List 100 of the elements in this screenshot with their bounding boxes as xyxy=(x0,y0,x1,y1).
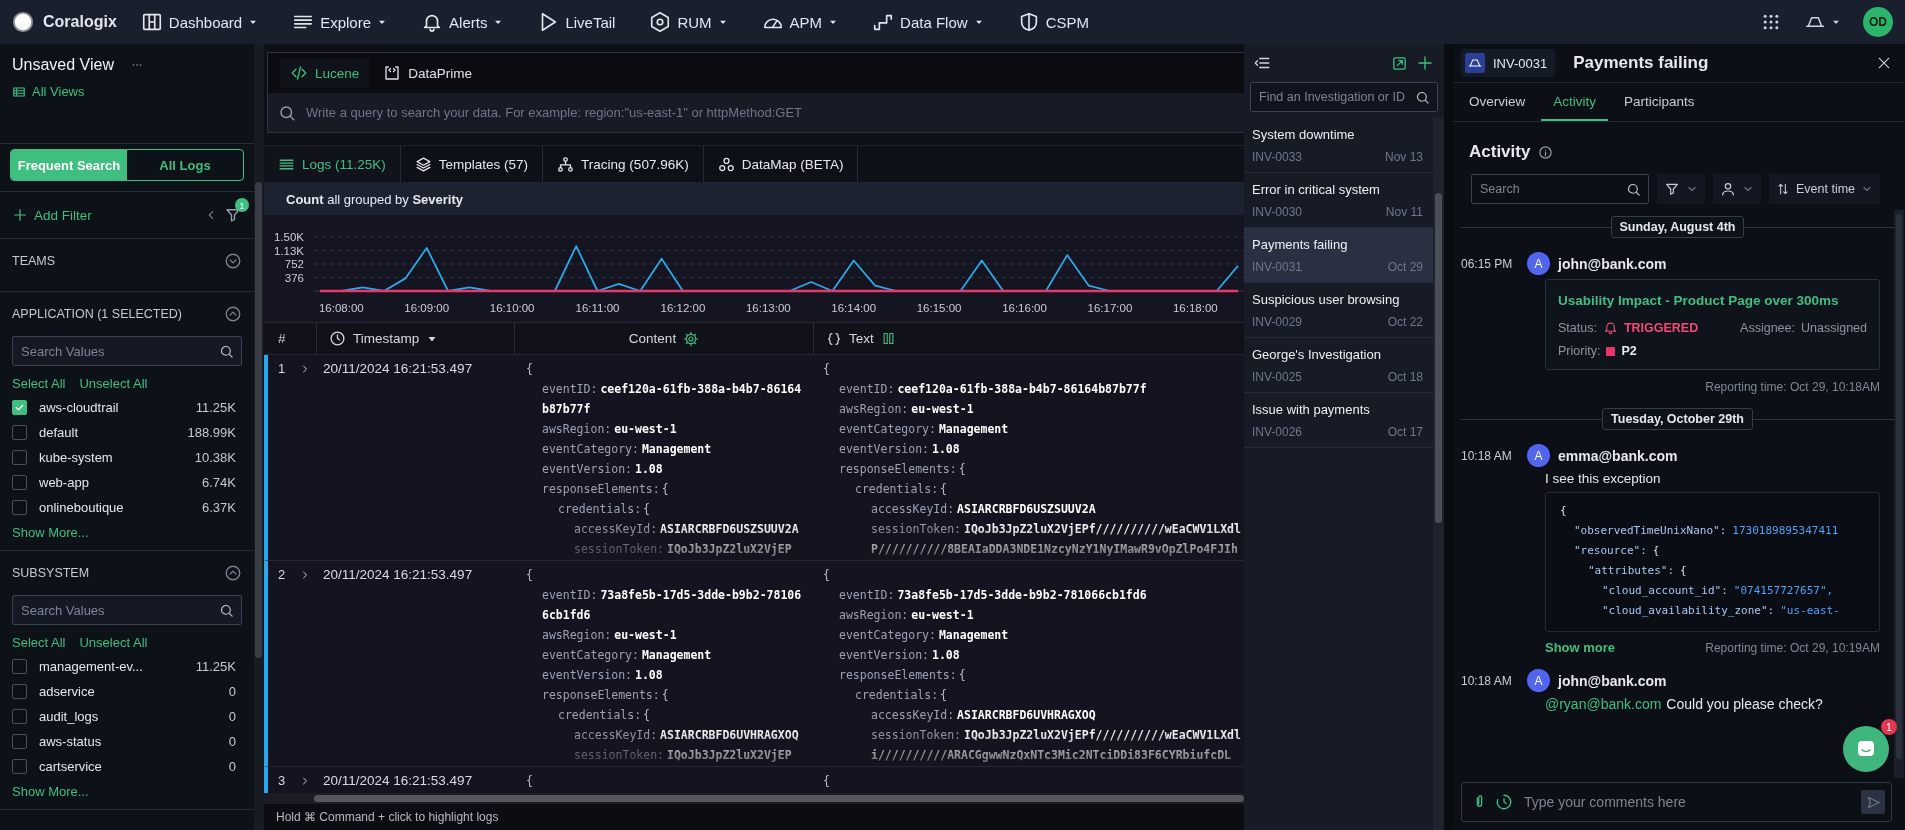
brand-name: Coralogix xyxy=(43,13,117,31)
value-count: 11.25K xyxy=(195,659,236,674)
code-line: { xyxy=(526,361,534,378)
column-header[interactable]: Text xyxy=(849,331,874,346)
value-label: audit_logs xyxy=(39,709,100,724)
language-tab[interactable]: Lucene xyxy=(280,58,370,88)
export-icon[interactable] xyxy=(1391,54,1408,72)
nav-menu-button[interactable]: CSPM xyxy=(1013,7,1093,37)
circles-icon xyxy=(717,155,735,173)
value-count: 0 xyxy=(228,684,236,699)
scrollbar-thumb[interactable] xyxy=(1896,214,1902,760)
nav-menu-button[interactable]: Explore xyxy=(288,7,392,37)
nav-menu-button[interactable]: Alerts xyxy=(417,7,508,37)
language-tab[interactable]: DataPrime xyxy=(373,58,483,88)
close-icon[interactable] xyxy=(1876,55,1892,71)
code-line: awsRegion: eu-west-1 xyxy=(541,627,678,644)
nav-menu-button[interactable]: LiveTail xyxy=(533,7,620,37)
checkbox[interactable] xyxy=(12,450,27,465)
unselect-all-link[interactable]: Unselect All xyxy=(79,376,148,391)
show-more-link[interactable]: Show More... xyxy=(12,525,89,540)
clock-icon xyxy=(329,330,346,347)
checkbox[interactable] xyxy=(12,500,27,515)
user-avatar[interactable]: OD xyxy=(1863,7,1893,37)
filter-dropdown[interactable] xyxy=(1657,174,1705,204)
search-field[interactable]: Find an Investigation or ID xyxy=(1250,82,1438,112)
column-header[interactable]: Timestamp xyxy=(353,331,420,346)
code-line: credentials: { xyxy=(557,501,652,518)
all-views-link[interactable]: All Views xyxy=(12,84,85,99)
info-icon[interactable] xyxy=(1538,144,1554,160)
panel-tab[interactable]: Activity xyxy=(1541,83,1609,121)
code-line: eventCategory: Management xyxy=(838,421,1010,438)
search-icon xyxy=(1415,90,1430,105)
add-filter-button[interactable]: Add Filter xyxy=(12,207,92,223)
mode-tab[interactable]: All Logs xyxy=(127,150,243,180)
scrollbar-thumb[interactable] xyxy=(314,795,1244,802)
nav-menu-button[interactable]: Dashboard xyxy=(136,7,263,37)
nodes-icon xyxy=(557,155,575,173)
nav-menu-button[interactable]: Data Flow xyxy=(868,7,988,37)
alert-card[interactable]: Usability Impact - Product Page over 300ms Status: TRIGGERED Assignee: Unassigned Priority: P2 xyxy=(1545,279,1880,370)
grid-icon[interactable] xyxy=(1761,12,1781,32)
view-tab[interactable]: Logs (11.25K) xyxy=(264,146,401,182)
select-all-link[interactable]: Select All xyxy=(12,635,66,650)
value-count: 0 xyxy=(228,759,236,774)
show-more-link[interactable]: Show More... xyxy=(12,784,89,799)
field-label: Priority: xyxy=(1558,344,1601,358)
timer-icon[interactable] xyxy=(1495,793,1513,811)
code-line: eventCategory: Management xyxy=(541,441,713,458)
panel-title: Payments failing xyxy=(1573,53,1710,73)
checkbox[interactable] xyxy=(12,425,27,440)
search-field[interactable]: Search Values xyxy=(12,336,242,366)
chat-button[interactable] xyxy=(1843,726,1889,772)
sort-dropdown[interactable]: Event time xyxy=(1769,174,1881,204)
nav-menu-button[interactable]: RUM xyxy=(645,7,732,37)
columns-icon[interactable] xyxy=(880,331,896,346)
value-label: aws-cloudtrail xyxy=(39,400,120,415)
chevron-down-icon[interactable] xyxy=(224,252,242,270)
scrollbar-thumb[interactable] xyxy=(255,182,262,658)
code-line: eventID: 73a8fe5b-17d5-3dde-b9b2-781066cb1fd6 xyxy=(838,587,1148,604)
chevron-up-icon[interactable] xyxy=(224,305,242,323)
row-number: 1 xyxy=(278,360,286,378)
query-field[interactable]: Write a query to search your data. For example: region:"us-east-1" or httpMethod:GET xyxy=(268,93,1244,132)
checkbox[interactable] xyxy=(12,659,27,674)
unselect-all-link[interactable]: Unselect All xyxy=(79,635,148,650)
nav-menu-button[interactable]: APM xyxy=(757,7,843,37)
panel-tab[interactable]: Participants xyxy=(1612,83,1707,121)
select-all-link[interactable]: Select All xyxy=(12,376,66,391)
alert-title[interactable]: Usability Impact - Product Page over 300ms xyxy=(1558,293,1867,308)
checkbox[interactable] xyxy=(12,734,27,749)
user-dropdown[interactable] xyxy=(1713,174,1761,204)
checkbox[interactable] xyxy=(12,400,27,415)
notification-badge: 1 xyxy=(1881,719,1897,735)
mention-link[interactable]: @ryan@bank.com xyxy=(1545,696,1662,712)
y-tick-label: 376 xyxy=(284,271,304,284)
checkbox[interactable] xyxy=(12,684,27,699)
checkbox[interactable] xyxy=(12,475,27,490)
y-tick-label: 752 xyxy=(284,258,304,270)
entry-time: 10:18 AM xyxy=(1461,448,1513,463)
view-title: Unsaved View xyxy=(12,56,114,74)
code-line: accessKeyId: ASIARCRBFD6UVHRAGXOQ xyxy=(573,727,800,744)
search-field[interactable]: Search xyxy=(1471,174,1649,204)
plus-icon[interactable] xyxy=(1416,54,1434,72)
checkbox[interactable] xyxy=(12,759,27,774)
comment-field[interactable]: Type your comments here xyxy=(1461,782,1892,822)
value-count: 0 xyxy=(228,734,236,749)
show-more-link[interactable]: Show more xyxy=(1545,640,1616,655)
author-name: john@bank.com xyxy=(1558,255,1667,272)
investigation-item[interactable]: Payments failing INV-0031 Oct 29 xyxy=(1244,228,1433,283)
scrollbar-thumb[interactable] xyxy=(1435,193,1442,523)
search-field[interactable]: Search Values xyxy=(12,595,242,625)
code-line: { xyxy=(823,773,831,790)
value-label: kube-system xyxy=(39,450,114,465)
chevron-up-icon[interactable] xyxy=(224,564,242,582)
column-header[interactable]: Content xyxy=(628,331,677,346)
panel-tab[interactable]: Overview xyxy=(1457,83,1538,121)
checkbox[interactable] xyxy=(12,709,27,724)
gear-icon[interactable] xyxy=(683,330,700,347)
value-count: 188.99K xyxy=(187,425,236,440)
status-value: TRIGGERED xyxy=(1623,320,1699,335)
section-title: TEAMS xyxy=(12,254,56,268)
send-button[interactable] xyxy=(1861,790,1885,814)
